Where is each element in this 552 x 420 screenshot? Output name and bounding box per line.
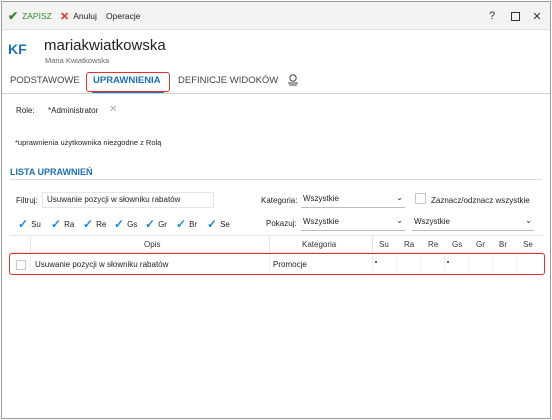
toggle-all-checkbox[interactable] [415, 193, 426, 204]
close-icon: ✕ [60, 10, 70, 23]
check-icon: ✓ [51, 217, 62, 231]
day-toggle-gr[interactable]: ✓ Gr [145, 217, 167, 231]
day-toggle-gs[interactable]: ✓ Gs [114, 217, 137, 231]
chevron-down-icon: ⌄ [396, 193, 403, 202]
day-toggle-re[interactable]: ✓ Re [83, 217, 106, 231]
cancel-label: Anuluj [73, 11, 97, 21]
close-icon: ✕ [532, 10, 542, 23]
column-separator [372, 236, 373, 253]
check-icon: ✓ [145, 217, 156, 231]
day-toggle-ra[interactable]: ✓ Ra [51, 217, 74, 231]
col-header-br[interactable]: Br [499, 240, 507, 249]
check-icon: ✓ [176, 217, 187, 231]
check-icon: ✓ [83, 217, 94, 231]
category-select[interactable]: Wszystkie ⌄ [301, 192, 405, 208]
show-value: Wszystkie [303, 217, 339, 226]
show-value-2: Wszystkie [414, 217, 450, 226]
day-toggle-su[interactable]: ✓ Su [18, 217, 41, 231]
day-toggle-br[interactable]: ✓ Br [176, 217, 197, 231]
col-header-se[interactable]: Se [523, 240, 533, 249]
help-icon: ? [488, 10, 496, 22]
tab-basic[interactable]: PODSTAWOWE [10, 75, 80, 86]
col-header-desc[interactable]: Opis [144, 240, 160, 249]
tab-view-definitions[interactable]: DEFINICJE WIDOKÓW [178, 75, 278, 86]
column-separator [30, 236, 31, 253]
close-window-button[interactable]: ✕ [529, 8, 545, 24]
operations-label: Operacje [106, 11, 141, 21]
user-login: mariakwiatkowska [44, 37, 166, 54]
day-label: Br [189, 219, 198, 229]
user-window: ✔ ZAPISZ ✕ Anuluj Operacje ? ✕ KF mariak… [1, 1, 551, 419]
column-separator [269, 236, 270, 253]
col-header-re[interactable]: Re [428, 240, 438, 249]
cancel-button[interactable]: ✕ Anuluj [60, 2, 97, 30]
section-title: LISTA UPRAWNIEŃ [10, 167, 93, 177]
day-label: Ra [64, 219, 75, 229]
col-header-gs[interactable]: Gs [452, 240, 462, 249]
col-header-category[interactable]: Kategoria [302, 240, 336, 249]
avatar: KF [8, 41, 27, 57]
day-label: Gs [127, 219, 138, 229]
chevron-down-icon: ⌄ [396, 216, 403, 225]
user-full-name: Maria Kwiatkowska [45, 56, 110, 65]
operations-menu[interactable]: Operacje [106, 2, 141, 30]
chevron-down-icon: ⌄ [525, 216, 532, 225]
filter-label: Filtruj: [16, 196, 38, 205]
check-icon: ✓ [18, 217, 29, 231]
role-value: *Administrator [48, 106, 99, 115]
check-icon: ✓ [207, 217, 218, 231]
day-label: Gr [158, 219, 167, 229]
day-label: Se [220, 219, 230, 229]
help-button[interactable]: ? [484, 8, 500, 24]
role-mismatch-note: *uprawnienia użytkownika niezgodne z Rol… [15, 138, 162, 147]
section-divider [10, 179, 542, 180]
day-label: Re [96, 219, 107, 229]
table-header: Opis Kategoria Su Ra Re Gs Gr Br Se [10, 235, 543, 253]
tab-highlight-box [86, 72, 170, 92]
col-header-ra[interactable]: Ra [404, 240, 414, 249]
remove-role-icon[interactable]: ✕ [109, 104, 117, 115]
category-value: Wszystkie [303, 194, 339, 203]
day-toggle-se[interactable]: ✓ Se [207, 217, 230, 231]
col-header-gr[interactable]: Gr [476, 240, 485, 249]
row-highlight-box [9, 253, 545, 275]
show-select-2[interactable]: Wszystkie ⌄ [412, 215, 534, 231]
view-settings-icon[interactable] [286, 73, 300, 87]
category-label: Kategoria: [261, 196, 298, 205]
toolbar: ✔ ZAPISZ ✕ Anuluj Operacje ? ✕ [2, 2, 550, 30]
maximize-button[interactable] [507, 8, 523, 24]
tab-bar: PODSTAWOWE UPRAWNIENIA DEFINICJE WIDOKÓW [2, 70, 550, 94]
col-header-su[interactable]: Su [379, 240, 389, 249]
filter-input[interactable]: Usuwanie pozycji w słowniku rabatów [42, 192, 214, 208]
toggle-all-label: Zaznacz/odznacz wszystkie [431, 196, 530, 205]
role-label: Role: [16, 106, 35, 115]
save-button[interactable]: ✔ ZAPISZ [8, 2, 52, 30]
day-label: Su [31, 219, 41, 229]
maximize-icon [510, 11, 520, 21]
save-label: ZAPISZ [22, 11, 52, 21]
check-icon: ✔ [8, 9, 19, 23]
show-label: Pokazuj: [266, 219, 297, 228]
show-select[interactable]: Wszystkie ⌄ [301, 215, 405, 231]
check-icon: ✓ [114, 217, 125, 231]
